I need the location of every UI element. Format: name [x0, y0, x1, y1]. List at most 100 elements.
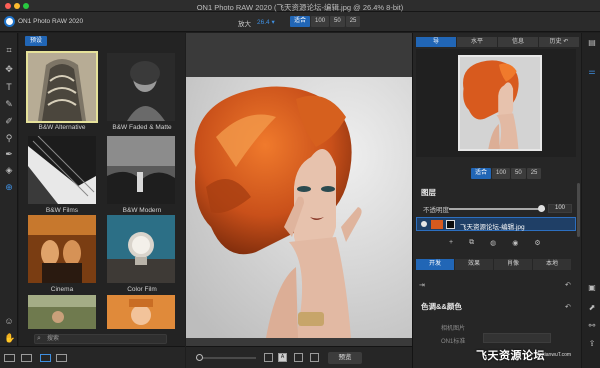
- zoom-slider[interactable]: [196, 354, 256, 361]
- preset-label: B&W Films: [45, 207, 79, 214]
- browse-icon[interactable]: ▣: [587, 283, 597, 293]
- share-icon[interactable]: ⚯: [587, 321, 597, 331]
- tab-portrait[interactable]: 肖像: [494, 259, 532, 270]
- row4-left-image: [28, 295, 96, 329]
- export-icon[interactable]: ⬈: [587, 303, 597, 313]
- navigator-thumbnail[interactable]: [458, 55, 542, 151]
- brush-icon[interactable]: ✎: [4, 99, 14, 109]
- navigator-tabs: 导 水平 信息 历史 ↶: [416, 37, 579, 47]
- detail-view-icon[interactable]: [56, 354, 67, 362]
- zoom-label: 放大: [238, 21, 251, 28]
- zoom-25-button[interactable]: 25: [345, 16, 361, 27]
- compare-icon[interactable]: [264, 353, 273, 362]
- zoom-100-button[interactable]: 100: [311, 16, 330, 27]
- filmstrip-icon[interactable]: [21, 354, 32, 362]
- layer-tools: + ⧉ ◍ ◉ ⚙: [449, 239, 541, 247]
- side-module-bar: ▤ ⚌ ▣ ⬈ ⚯ ⇪: [581, 33, 600, 368]
- before-after-icon[interactable]: [294, 353, 303, 362]
- zoom-fit-button[interactable]: 适合: [290, 16, 311, 27]
- move-icon[interactable]: ✥: [4, 64, 14, 74]
- navigator-zoom-buttons: 适合 100 50 25: [471, 168, 542, 179]
- preset-search-input[interactable]: 搜索: [34, 334, 167, 344]
- duplicate-layer-icon[interactable]: ⧉: [469, 239, 474, 247]
- zoom-icon[interactable]: ⊕: [4, 182, 14, 192]
- send-icon[interactable]: ⇪: [587, 339, 597, 349]
- navigator-portrait-image: [460, 57, 540, 149]
- opacity-slider-knob[interactable]: [538, 205, 545, 212]
- tool-strip: ⌗ ✥ T ✎ ✐ ⚲ ✒ ◈ ⊕ ☺ ✋: [0, 33, 18, 368]
- layers-panel-icon[interactable]: ▤: [587, 38, 597, 48]
- presets-tab[interactable]: 预设: [25, 36, 48, 46]
- profile-value: ON1标准: [441, 339, 466, 345]
- soft-proof-icon[interactable]: [310, 353, 319, 362]
- layer-row[interactable]: 飞天资源论坛-编辑.jpg: [416, 217, 576, 231]
- zoom-value-text: 26.4: [257, 19, 270, 26]
- hand-icon[interactable]: ✋: [4, 333, 15, 343]
- layer-mask-add-icon[interactable]: ◉: [512, 239, 518, 247]
- tab-effects[interactable]: 效果: [455, 259, 493, 270]
- import-icon[interactable]: ⇥: [419, 281, 425, 289]
- adjust-brush-icon[interactable]: ✒: [4, 149, 14, 159]
- layer-name: 飞天资源论坛-编辑.jpg: [460, 224, 525, 231]
- section-reset-icon[interactable]: ↶: [565, 303, 571, 311]
- preset-label: B&W Faded & Matte: [112, 124, 172, 131]
- grid-view-icon[interactable]: [40, 354, 51, 362]
- preset-thumb-bw-modern[interactable]: [107, 136, 175, 204]
- edit-panel-icon[interactable]: ⚌: [587, 67, 597, 77]
- preset-thumb-bw-faded-matte[interactable]: [107, 53, 175, 121]
- edit-module-tabs: 开发 效果 肖像 本地: [416, 259, 571, 270]
- preset-thumb-row4-left[interactable]: [28, 295, 96, 329]
- add-layer-icon[interactable]: +: [449, 239, 453, 247]
- history-undo-icon: ↶: [563, 39, 569, 45]
- canvas-bottom-bar: A 预览: [186, 346, 412, 368]
- row4-right-image: [107, 295, 175, 329]
- preset-thumb-row4-right[interactable]: [107, 295, 175, 329]
- opacity-slider-fill: [449, 208, 545, 210]
- preset-thumb-bw-films[interactable]: [28, 136, 96, 204]
- zoom-50-button[interactable]: 50: [330, 16, 345, 27]
- preset-thumb-bw-alternative[interactable]: [26, 51, 98, 123]
- preset-thumb-color-film[interactable]: [107, 215, 175, 283]
- tab-develop[interactable]: 开发: [416, 259, 454, 270]
- layer-visibility-icon[interactable]: [421, 221, 427, 227]
- image-canvas[interactable]: [186, 33, 412, 346]
- retouch-icon[interactable]: ✐: [4, 116, 14, 126]
- zoom-value-dropdown[interactable]: 26.4 ▾: [257, 18, 275, 26]
- app-name: ON1 Photo RAW 2020: [18, 18, 84, 25]
- reset-icon[interactable]: ↶: [565, 281, 571, 289]
- panel-toggle-icon[interactable]: [4, 354, 15, 362]
- eraser-icon[interactable]: ◈: [4, 165, 14, 175]
- nav-zoom-100-button[interactable]: 100: [492, 168, 511, 179]
- camera-profile-label: 相机图片: [441, 326, 466, 332]
- opacity-slider[interactable]: [449, 205, 545, 212]
- merge-layer-icon[interactable]: ◍: [490, 239, 496, 247]
- layer-mask-icon: [446, 220, 455, 229]
- layer-settings-icon[interactable]: ⚙: [534, 239, 540, 247]
- mask-view-icon[interactable]: A: [278, 353, 287, 362]
- tab-local[interactable]: 本地: [533, 259, 571, 270]
- preview-button[interactable]: 预览: [328, 352, 362, 364]
- crop-icon[interactable]: ⌗: [4, 45, 14, 55]
- tab-history[interactable]: 历史 ↶: [539, 37, 579, 47]
- preset-thumb-cinema[interactable]: [28, 215, 96, 283]
- user-icon[interactable]: ☺: [4, 316, 14, 326]
- app-logo-icon: [4, 16, 15, 27]
- nav-zoom-25-button[interactable]: 25: [526, 168, 542, 179]
- opacity-value-input[interactable]: 100: [548, 204, 572, 213]
- right-panel: 导 水平 信息 历史 ↶ 适合 100 50 25 图层 不透明度 100 飞天…: [412, 33, 600, 368]
- tab-info[interactable]: 信息: [498, 37, 538, 47]
- tab-levels[interactable]: 水平: [457, 37, 497, 47]
- nav-zoom-fit-button[interactable]: 适合: [471, 168, 492, 179]
- tab-history-label: 历史: [549, 39, 562, 45]
- tone-color-title: 色调&&颜色: [421, 302, 462, 311]
- clone-icon[interactable]: ⚲: [4, 133, 14, 143]
- profile-dropdown[interactable]: [483, 333, 551, 343]
- top-bar: ON1 Photo RAW 2020 放大 26.4 ▾ 适合 100 50 2…: [0, 12, 600, 32]
- opacity-label: 不透明度: [423, 207, 449, 214]
- zoom-slider-knob[interactable]: [196, 354, 203, 361]
- right-panel-scrollbar[interactable]: [577, 183, 580, 237]
- nav-zoom-50-button[interactable]: 50: [511, 168, 526, 179]
- text-icon[interactable]: T: [4, 82, 14, 92]
- preset-label: B&W Alternative: [38, 124, 86, 131]
- tab-navigator[interactable]: 导: [416, 37, 456, 47]
